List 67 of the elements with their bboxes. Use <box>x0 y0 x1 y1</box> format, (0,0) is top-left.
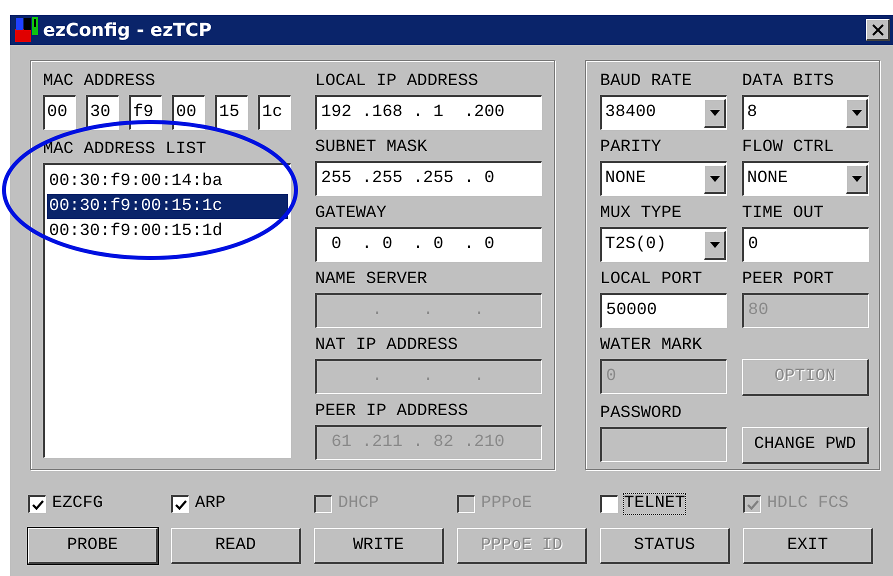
list-item[interactable]: 00:30:f9:00:14:ba <box>47 169 288 194</box>
dropdown-value: NONE <box>747 168 789 190</box>
app-logo-icon <box>13 17 41 43</box>
dropdown-button[interactable] <box>846 164 868 194</box>
field-label: MUX TYPE <box>600 204 683 224</box>
dropdown[interactable]: NONE <box>742 161 869 196</box>
mac-octet-field[interactable]: 00 <box>43 95 76 130</box>
option-button[interactable]: CHANGE PWD <box>742 427 869 464</box>
checkbox-label: ARP <box>195 494 226 514</box>
dropdown-value: 38400 <box>605 102 658 124</box>
field-label: PEER PORT <box>742 270 835 290</box>
input-field[interactable]: 0 <box>742 227 869 262</box>
input-field[interactable]: 192 .168 . 1 .200 <box>315 95 542 130</box>
action-button[interactable]: STATUS <box>600 528 730 564</box>
checkbox-label: TELNET <box>624 494 686 514</box>
field-label: MAC ADDRESS <box>43 72 156 92</box>
dropdown-value: T2S(0) <box>605 234 668 256</box>
action-button[interactable]: EXIT <box>743 528 873 564</box>
field-label: PARITY <box>600 138 662 158</box>
field-label: WATER MARK <box>600 336 704 356</box>
dropdown[interactable]: NONE <box>600 161 727 196</box>
dropdown-value: NONE <box>605 168 647 190</box>
field-label: SUBNET MASK <box>315 138 428 158</box>
field-label: GATEWAY <box>315 204 388 224</box>
checkbox[interactable] <box>600 495 618 513</box>
caret-icon <box>710 176 720 182</box>
check-icon <box>32 498 44 510</box>
action-button[interactable]: READ <box>171 528 301 564</box>
mac-octet-field[interactable]: 1c <box>258 95 291 130</box>
input-field[interactable]: 50000 <box>600 293 727 328</box>
caret-icon <box>710 242 720 248</box>
caret-icon <box>710 110 720 116</box>
checkbox-label: EZCFG <box>52 494 104 514</box>
dropdown-button[interactable] <box>704 230 726 260</box>
check-icon <box>174 498 186 510</box>
dropdown[interactable]: 38400 <box>600 95 727 130</box>
close-icon <box>872 24 884 36</box>
dropdown-value: 8 <box>747 102 758 124</box>
field-label: NAT IP ADDRESS <box>315 336 459 356</box>
window-title: ezConfig - ezTCP <box>43 18 212 42</box>
action-button[interactable]: WRITE <box>314 528 444 564</box>
check-icon <box>746 498 758 510</box>
field-label: LOCAL PORT <box>600 270 704 290</box>
checkbox[interactable] <box>28 495 46 513</box>
caret-icon <box>852 176 862 182</box>
input-field[interactable]: 255 .255 .255 . 0 <box>315 161 542 196</box>
action-button[interactable]: PROBE <box>28 528 158 564</box>
dropdown[interactable]: T2S(0) <box>600 227 727 262</box>
dropdown-button[interactable] <box>846 98 868 128</box>
field-label: PASSWORD <box>600 404 683 424</box>
field-label: BAUD RATE <box>600 72 693 92</box>
dropdown[interactable]: 8 <box>742 95 869 130</box>
field-label: TIME OUT <box>742 204 825 224</box>
mac-octet-field[interactable]: 15 <box>215 95 248 130</box>
list-item[interactable]: 00:30:f9:00:15:1c <box>47 194 288 219</box>
field-label: FLOW CTRL <box>742 138 835 158</box>
field-label: PEER IP ADDRESS <box>315 402 470 422</box>
dropdown-button[interactable] <box>704 164 726 194</box>
field-label: DATA BITS <box>742 72 835 92</box>
field-label: NAME SERVER <box>315 270 428 290</box>
field-label: LOCAL IP ADDRESS <box>315 72 480 92</box>
dropdown-button[interactable] <box>704 98 726 128</box>
caret-icon <box>852 110 862 116</box>
input-field[interactable]: 0 . 0 . 0 . 0 <box>315 227 542 262</box>
checkbox[interactable] <box>171 495 189 513</box>
list-item[interactable]: 00:30:f9:00:15:1d <box>47 219 288 244</box>
close-button[interactable] <box>866 19 890 41</box>
